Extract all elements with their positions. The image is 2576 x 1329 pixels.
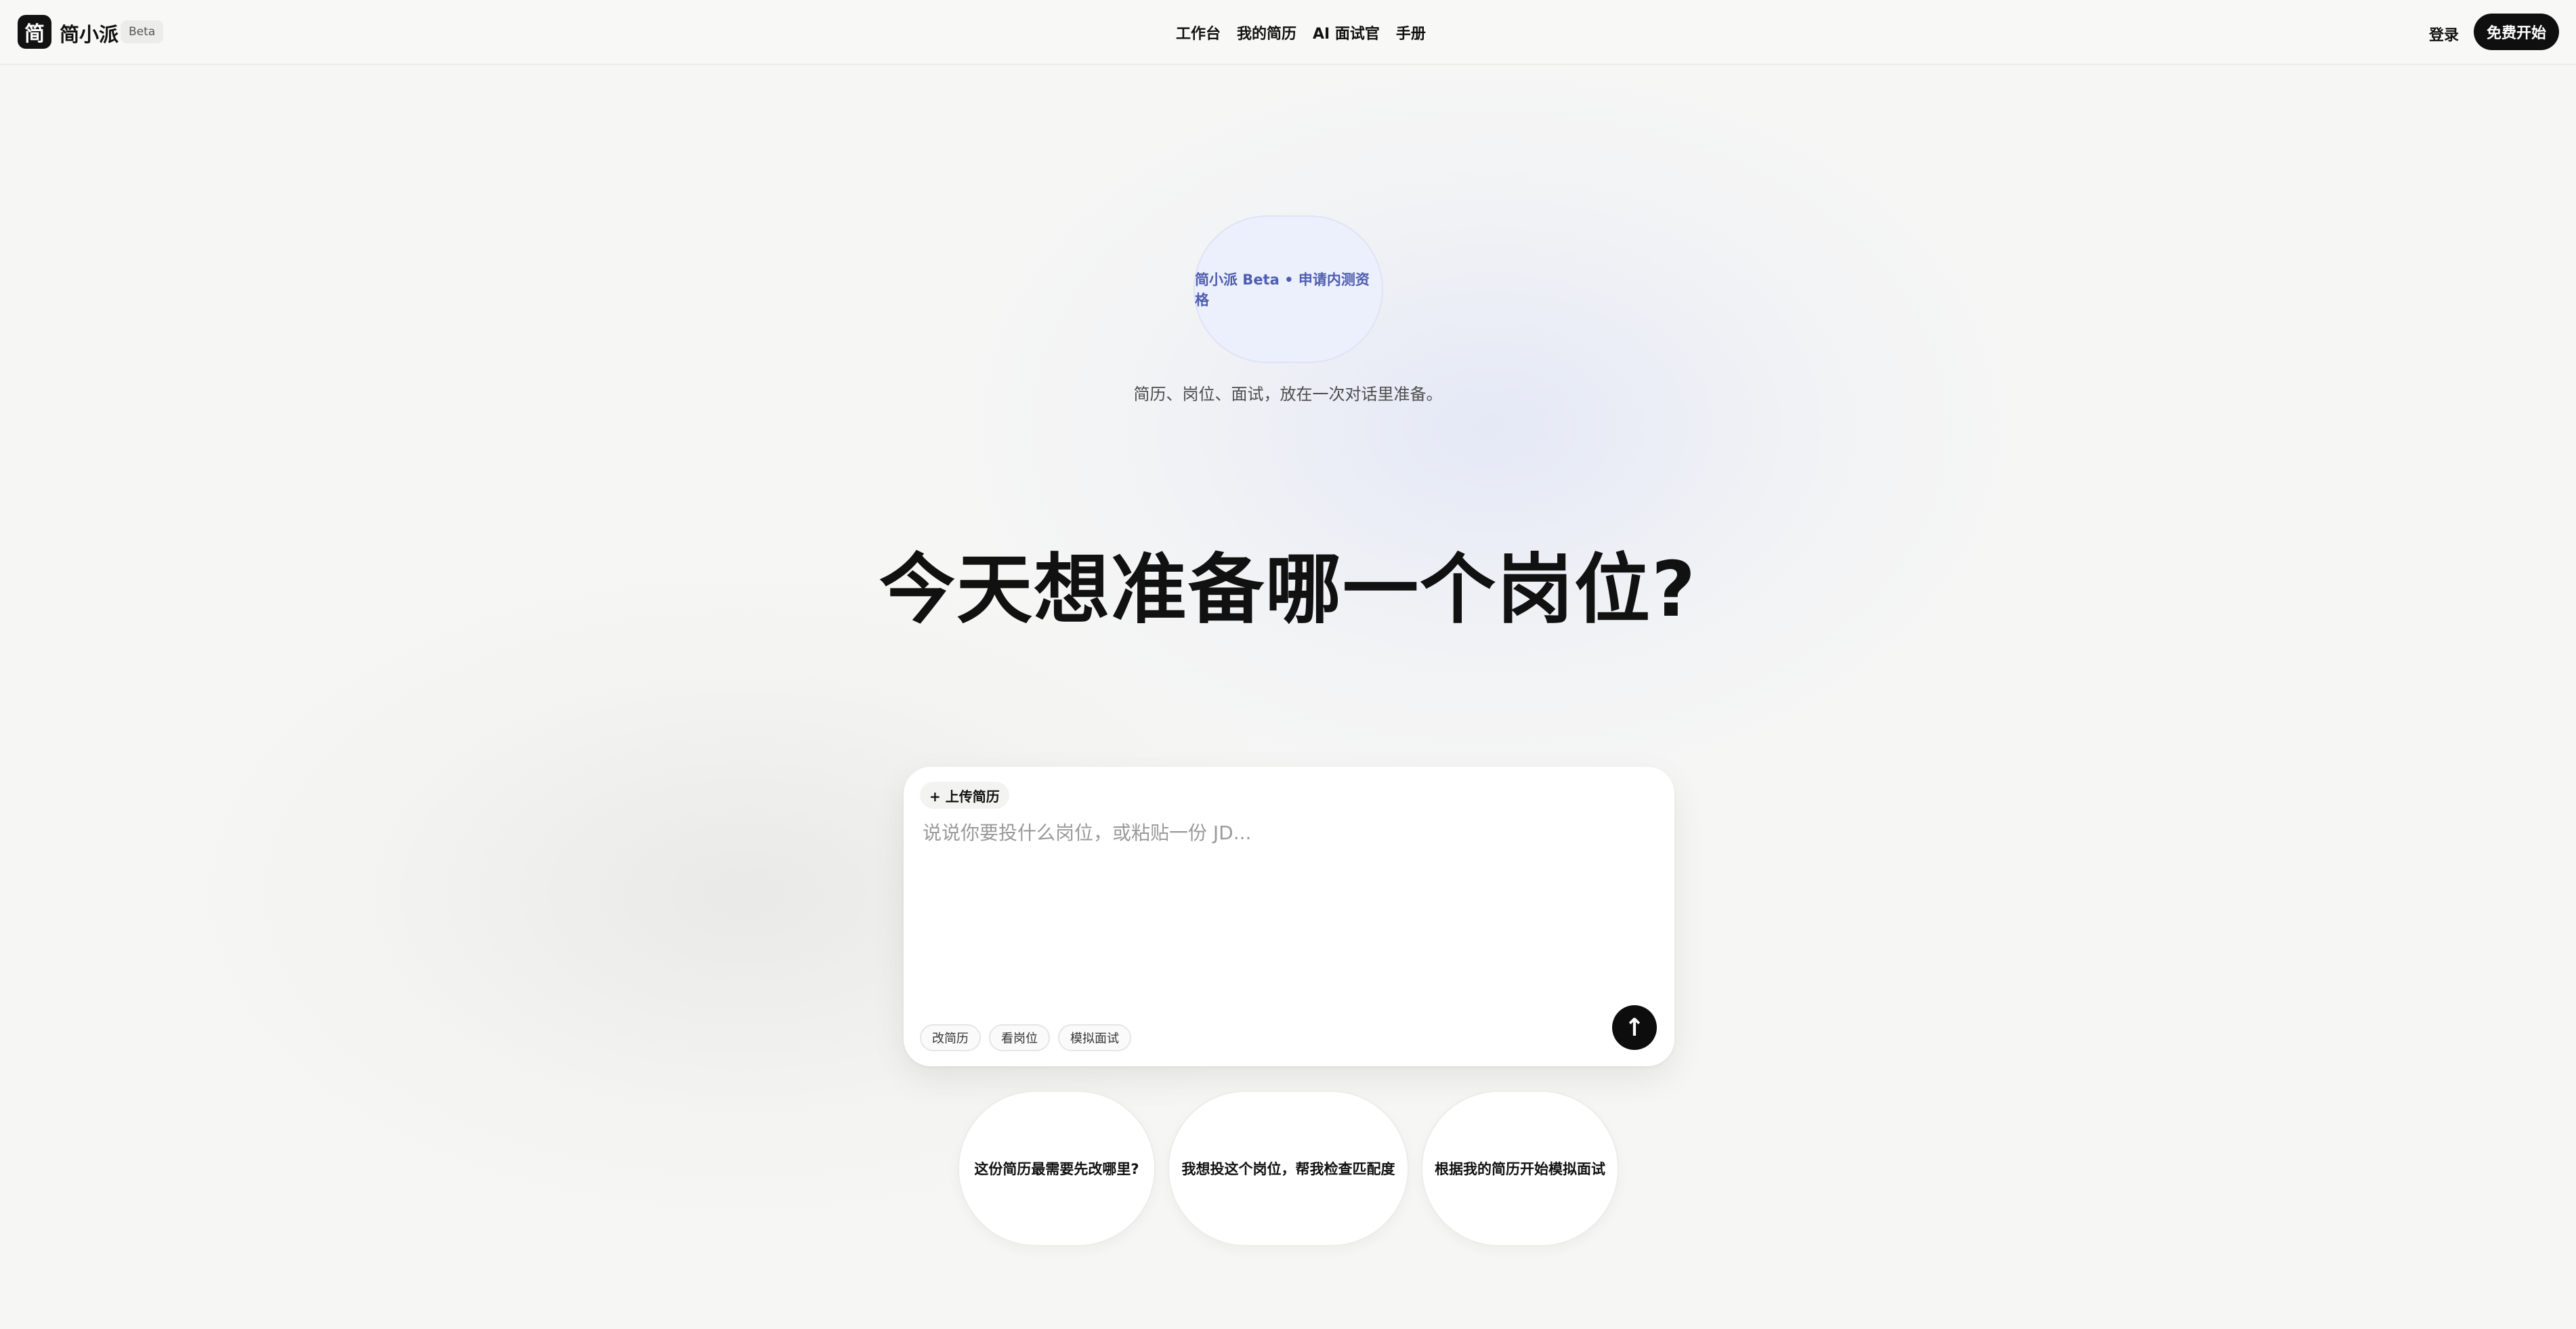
brand-name[interactable]: 简小派 [60, 19, 119, 47]
arrow-up-icon: ↑ [1624, 1013, 1645, 1042]
hero-subtitle: 简历、岗位、面试，放在一次对话里准备。 [1133, 385, 1443, 404]
nav-item-ai-interviewer[interactable]: AI 面试官 [1313, 22, 1380, 43]
chip-mock-interview[interactable]: 模拟面试 [1058, 1024, 1131, 1051]
nav-item-workbench[interactable]: 工作台 [1176, 22, 1221, 43]
send-button[interactable]: ↑ [1612, 1005, 1657, 1050]
chip-edit-resume[interactable]: 改简历 [920, 1024, 981, 1051]
suggestion-card-mock-interview[interactable]: 根据我的简历开始模拟面试 [1421, 1091, 1619, 1246]
top-bar: 简 简小派 Beta 工作台 我的简历 AI 面试官 手册 登录 免费开始 [0, 0, 2576, 65]
quick-chips: 改简历 看岗位 模拟面试 [920, 1024, 1131, 1051]
chip-view-jobs[interactable]: 看岗位 [989, 1024, 1050, 1051]
login-link[interactable]: 登录 [2429, 23, 2459, 45]
suggestion-card-job-match[interactable]: 我想投这个岗位，帮我检查匹配度 [1168, 1091, 1409, 1246]
beta-signup-pill[interactable]: 简小派 Beta • 申请内测资格 [1194, 215, 1383, 363]
nav-item-handbook[interactable]: 手册 [1396, 22, 1426, 43]
nav-item-my-resume[interactable]: 我的简历 [1237, 22, 1296, 43]
composer-card: + 上传简历 改简历 看岗位 模拟面试 ↑ [904, 767, 1674, 1066]
prompt-input[interactable] [923, 818, 1654, 994]
logo-icon[interactable]: 简 [18, 15, 51, 49]
free-start-button[interactable]: 免费开始 [2474, 14, 2559, 50]
hero-headline: 今天想准备哪一个岗位? [879, 546, 1697, 634]
suggestion-card-resume-fix[interactable]: 这份简历最需要先改哪里? [958, 1091, 1156, 1246]
beta-badge: Beta [121, 20, 164, 43]
main-nav: 工作台 我的简历 AI 面试官 手册 [1176, 22, 1426, 43]
upload-resume-button[interactable]: + 上传简历 [920, 782, 1009, 809]
